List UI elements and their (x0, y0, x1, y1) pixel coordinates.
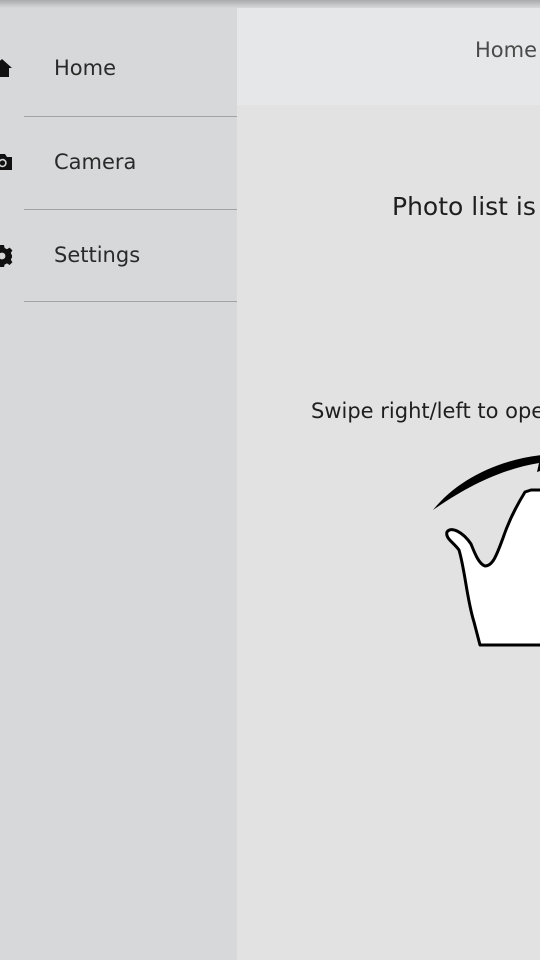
drawer-item-camera[interactable]: Camera (0, 116, 237, 208)
drawer-item-home[interactable]: Home (0, 22, 237, 114)
navigation-drawer: Home Camera Settings (0, 0, 237, 960)
home-icon (0, 59, 12, 77)
camera-icon (0, 154, 12, 170)
swipe-hint-text: Swipe right/left to oper (311, 399, 540, 423)
app-header: Home (237, 8, 540, 105)
hand-icon (445, 488, 540, 647)
drawer-item-label: Settings (54, 243, 141, 267)
drawer-item-label: Camera (54, 150, 137, 174)
main-content: Home Photo list is Swipe right/left to o… (237, 0, 540, 960)
page-title: Home (475, 38, 538, 62)
drawer-item-settings[interactable]: Settings (0, 209, 237, 301)
empty-photo-list-message: Photo list is (392, 192, 536, 221)
status-bar-shadow (0, 0, 540, 8)
swipe-gesture-illustration (433, 455, 540, 647)
drawer-divider (24, 301, 237, 302)
gear-icon (0, 245, 13, 267)
drawer-item-label: Home (54, 56, 117, 80)
app-screen: Home Photo list is Swipe right/left to o… (0, 0, 540, 960)
